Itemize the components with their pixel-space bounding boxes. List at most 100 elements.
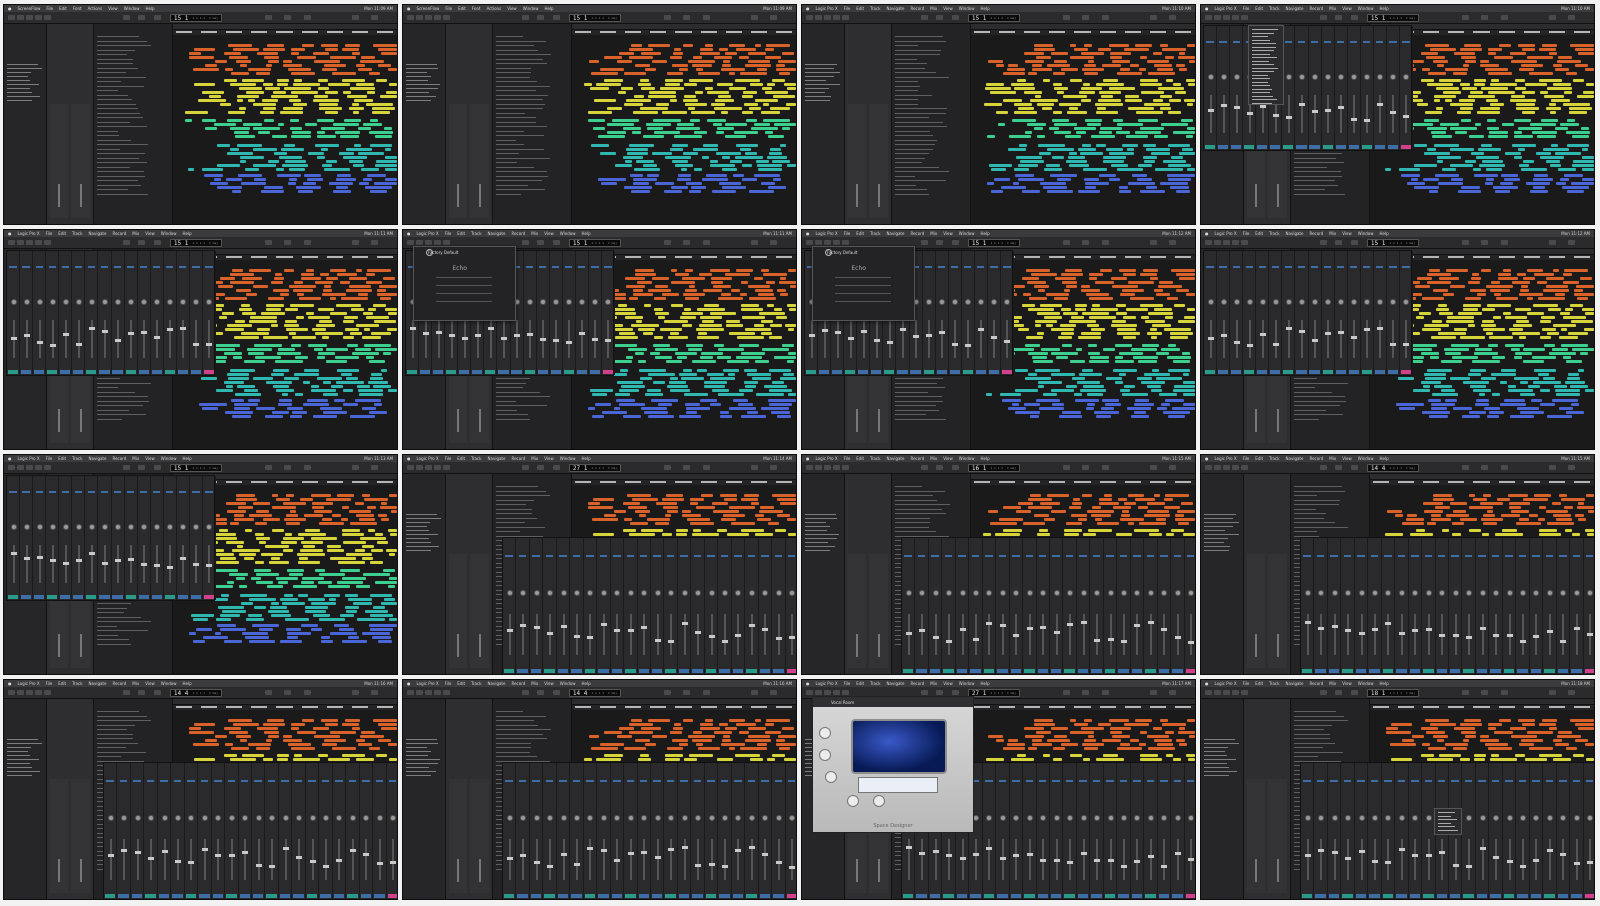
- region[interactable]: [653, 336, 663, 339]
- region[interactable]: [387, 529, 397, 532]
- region[interactable]: [1468, 494, 1475, 497]
- marker[interactable]: [351, 31, 368, 33]
- fader-cap[interactable]: [1331, 625, 1338, 629]
- region[interactable]: [699, 52, 720, 55]
- region[interactable]: [1427, 148, 1436, 151]
- volume-fader[interactable]: [478, 633, 481, 657]
- region[interactable]: [755, 99, 778, 102]
- region[interactable]: [355, 399, 381, 402]
- region[interactable]: [366, 316, 390, 319]
- editors-button[interactable]: [1232, 465, 1239, 470]
- region[interactable]: [341, 529, 360, 532]
- region[interactable]: [1474, 174, 1498, 177]
- region[interactable]: [354, 99, 374, 102]
- region[interactable]: [1490, 281, 1500, 284]
- plugin-slot[interactable]: [1271, 266, 1279, 269]
- region[interactable]: [666, 494, 683, 497]
- region[interactable]: [1490, 79, 1499, 82]
- plugin-slot[interactable]: [1397, 554, 1406, 557]
- region[interactable]: [766, 281, 776, 284]
- region[interactable]: [783, 83, 796, 86]
- region[interactable]: [1566, 360, 1583, 363]
- region[interactable]: [1167, 164, 1191, 167]
- region[interactable]: [381, 502, 388, 505]
- region[interactable]: [371, 373, 383, 376]
- volume-fader[interactable]: [169, 545, 172, 584]
- region[interactable]: [1486, 178, 1495, 181]
- transport-button[interactable]: [1351, 240, 1359, 245]
- region[interactable]: [748, 285, 771, 288]
- region[interactable]: [1090, 135, 1116, 138]
- track-header[interactable]: [97, 63, 133, 64]
- region[interactable]: [1063, 312, 1078, 315]
- region[interactable]: [634, 168, 660, 171]
- region[interactable]: [1464, 297, 1481, 300]
- region[interactable]: [283, 60, 292, 63]
- fader-cap[interactable]: [1053, 631, 1060, 635]
- region[interactable]: [380, 518, 389, 521]
- region[interactable]: [1095, 103, 1124, 106]
- region[interactable]: [365, 281, 382, 284]
- toolbar-button[interactable]: [284, 240, 292, 245]
- region[interactable]: [698, 332, 708, 335]
- plugin-slot[interactable]: [1350, 266, 1358, 269]
- library-item[interactable]: [406, 76, 431, 77]
- fader-cap[interactable]: [592, 338, 599, 342]
- region[interactable]: [1080, 289, 1101, 292]
- region[interactable]: [1484, 68, 1509, 71]
- region[interactable]: [677, 123, 695, 126]
- region[interactable]: [1575, 514, 1585, 517]
- region[interactable]: [1133, 411, 1147, 414]
- region[interactable]: [1049, 174, 1078, 177]
- region[interactable]: [320, 719, 338, 722]
- fader-cap[interactable]: [1040, 625, 1047, 629]
- region[interactable]: [342, 533, 364, 536]
- volume-fader[interactable]: [156, 320, 159, 359]
- pan-knob[interactable]: [1312, 73, 1319, 80]
- volume-fader[interactable]: [974, 613, 977, 656]
- pan-knob[interactable]: [1233, 73, 1240, 80]
- region[interactable]: [277, 581, 288, 584]
- region[interactable]: [1546, 510, 1569, 513]
- menu-item[interactable]: Help: [183, 681, 192, 686]
- region[interactable]: [1473, 83, 1485, 86]
- fader-cap[interactable]: [1338, 331, 1345, 335]
- marker[interactable]: [1074, 481, 1091, 483]
- region[interactable]: [302, 182, 316, 185]
- region[interactable]: [1097, 107, 1107, 110]
- region[interactable]: [313, 727, 330, 730]
- region[interactable]: [347, 636, 360, 639]
- region[interactable]: [1178, 320, 1195, 323]
- region[interactable]: [292, 131, 312, 134]
- region[interactable]: [1431, 403, 1455, 406]
- region[interactable]: [636, 281, 653, 284]
- marker[interactable]: [1573, 481, 1591, 483]
- fader-cap[interactable]: [75, 558, 82, 562]
- toolbar-button[interactable]: [703, 240, 711, 245]
- region[interactable]: [775, 316, 788, 319]
- fader-cap[interactable]: [1272, 342, 1279, 346]
- region[interactable]: [310, 628, 322, 631]
- pan-knob[interactable]: [1233, 298, 1240, 305]
- marker[interactable]: [625, 31, 642, 33]
- region[interactable]: [1552, 502, 1562, 505]
- region[interactable]: [1489, 131, 1509, 134]
- region[interactable]: [1147, 60, 1170, 63]
- region[interactable]: [1069, 107, 1078, 110]
- region[interactable]: [678, 373, 697, 376]
- menu-item[interactable]: Help: [1380, 456, 1389, 461]
- toolbar-button[interactable]: [703, 465, 711, 470]
- region[interactable]: [726, 533, 750, 536]
- region[interactable]: [1500, 174, 1518, 177]
- region[interactable]: [375, 348, 397, 351]
- region[interactable]: [1538, 518, 1546, 521]
- region[interactable]: [1573, 160, 1594, 163]
- pan-knob[interactable]: [1506, 590, 1513, 597]
- region[interactable]: [748, 52, 766, 55]
- region[interactable]: [311, 389, 336, 392]
- region[interactable]: [712, 190, 737, 193]
- plugin-slot[interactable]: [1232, 266, 1240, 269]
- library-item[interactable]: [805, 84, 840, 85]
- marker[interactable]: [326, 256, 343, 258]
- region[interactable]: [363, 328, 371, 331]
